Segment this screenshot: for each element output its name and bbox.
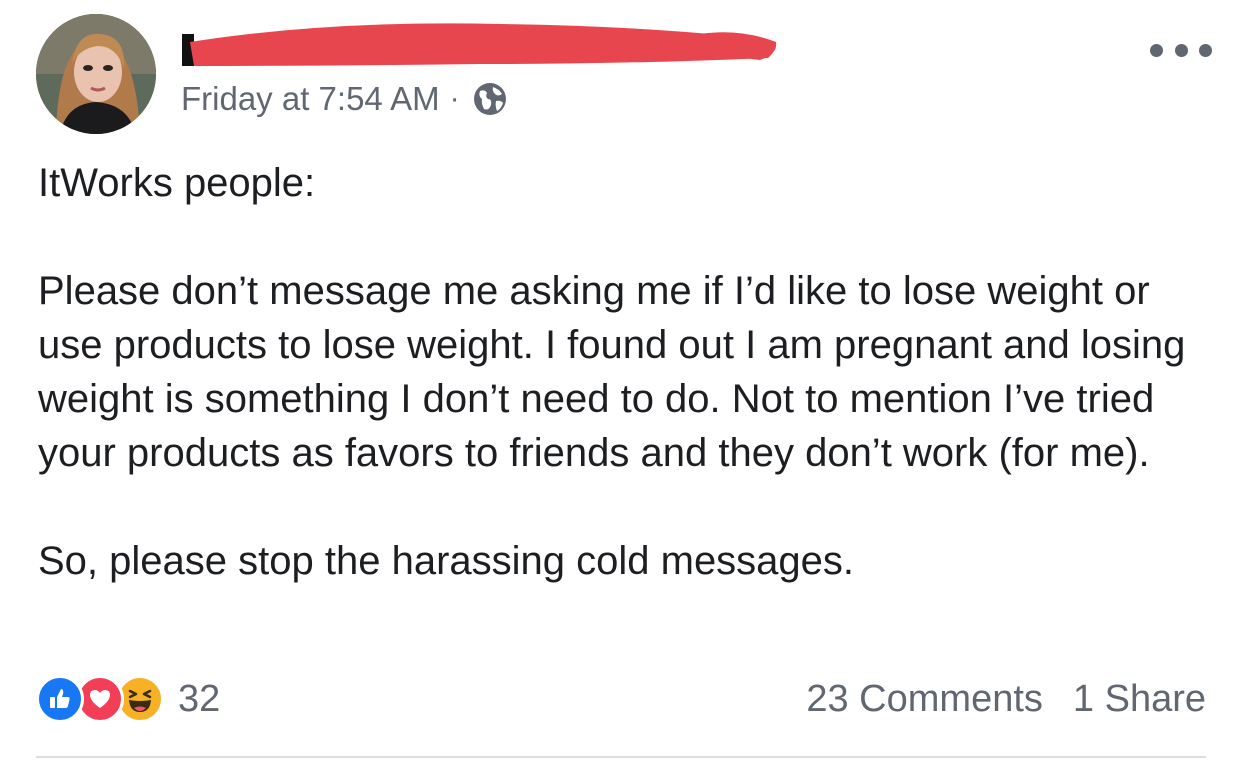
profile-photo (36, 14, 156, 134)
more-dot-icon (1199, 43, 1212, 57)
comments-count-link[interactable]: 23 Comments (806, 678, 1043, 721)
post-footer: 32 23 Comments 1 Share (36, 670, 1206, 730)
more-dot-icon (1150, 43, 1163, 57)
avatar[interactable] (36, 14, 156, 134)
post-paragraph: ItWorks people: (38, 161, 316, 205)
meta-separator: · (449, 82, 460, 115)
post-paragraph: So, please stop the harassing cold messa… (38, 539, 855, 583)
reactions-summary[interactable]: 32 (36, 674, 220, 724)
post-body: ItWorks people: Please don’t message me … (38, 156, 1218, 588)
more-dot-icon (1174, 43, 1188, 57)
name-redaction (182, 23, 777, 67)
like-icon (36, 675, 84, 723)
facebook-post: Friday at 7:54 AM · ItWorks people: Plea… (0, 0, 1242, 761)
post-meta: Friday at 7:54 AM · (181, 78, 508, 120)
post-stats: 23 Comments 1 Share (806, 678, 1206, 721)
globe-icon[interactable] (472, 81, 508, 117)
shares-count-link[interactable]: 1 Share (1073, 678, 1206, 721)
reaction-count: 32 (178, 677, 221, 720)
post-timestamp[interactable]: Friday at 7:54 AM (181, 80, 440, 118)
footer-divider (36, 756, 1206, 758)
post-paragraph: Please don’t message me asking me if I’d… (38, 269, 1186, 475)
post-options-button[interactable] (1150, 30, 1212, 70)
